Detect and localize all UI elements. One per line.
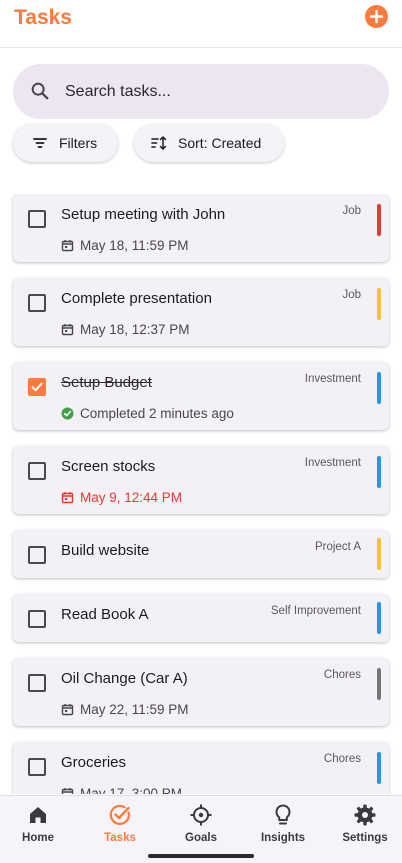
add-task-button[interactable] [365, 5, 388, 28]
task-category: Investment [304, 457, 361, 469]
nav-label-home: Home [22, 832, 54, 844]
bottom-nav: Home Tasks Goals Insights Settings [0, 795, 402, 863]
sort-icon [151, 136, 167, 150]
task-card[interactable]: Read Book A Self Improvement [13, 594, 389, 642]
sort-button[interactable]: Sort: Created [134, 124, 284, 162]
task-checkbox[interactable] [28, 546, 46, 564]
task-checkbox[interactable] [28, 294, 46, 312]
task-due-text: May 17, 3:00 PM [80, 786, 183, 794]
task-card[interactable]: Setup meeting with John Job May 18, 11:5… [13, 194, 389, 262]
calendar-icon [61, 492, 74, 504]
page-title: Tasks [14, 6, 72, 29]
calendar-icon [61, 788, 74, 794]
priority-bar [377, 752, 381, 784]
task-due-text: May 18, 12:37 PM [80, 322, 190, 337]
check-circle-icon [61, 407, 74, 420]
check-icon [31, 382, 43, 392]
sort-label: Sort: Created [178, 135, 262, 151]
calendar-icon [61, 324, 74, 336]
nav-item-tasks[interactable]: Tasks [80, 803, 160, 844]
search-bar[interactable] [13, 64, 389, 119]
task-category: Job [342, 205, 361, 217]
task-name: Read Book A [61, 606, 149, 623]
task-checkbox[interactable] [28, 462, 46, 480]
calendar-icon [61, 240, 74, 252]
task-list[interactable]: Setup meeting with John Job May 18, 11:5… [0, 194, 402, 794]
home-indicator [148, 854, 254, 858]
task-due: May 18, 12:37 PM [61, 322, 190, 337]
add-circle-icon [369, 9, 384, 24]
task-card[interactable]: Build website Project A [13, 530, 389, 578]
task-name: Oil Change (Car A) [61, 670, 188, 687]
nav-label-goals: Goals [185, 832, 217, 844]
lightbulb-icon [275, 804, 291, 825]
filter-list-icon [33, 138, 47, 148]
task-due-text: May 18, 11:59 PM [80, 238, 189, 253]
nav-label-insights: Insights [260, 832, 306, 844]
priority-bar [377, 538, 381, 570]
gear-icon [354, 804, 376, 826]
task-name: Screen stocks [61, 458, 156, 475]
task-card[interactable]: Oil Change (Car A) Chores May 22, 11:59 … [13, 658, 389, 726]
task-due-text: May 9, 12:44 PM [80, 490, 183, 505]
task-due: May 17, 3:00 PM [61, 786, 182, 794]
priority-bar [377, 602, 381, 634]
nav-item-goals[interactable]: Goals [161, 803, 241, 844]
priority-bar [377, 288, 381, 320]
priority-bar [377, 204, 381, 236]
home-icon [30, 807, 46, 823]
nav-label-settings: Settings [342, 832, 388, 844]
task-due: May 22, 11:59 PM [61, 702, 189, 717]
task-due: May 18, 11:59 PM [61, 238, 189, 253]
task-category: Self Improvement [270, 605, 361, 617]
task-checkbox[interactable] [28, 610, 46, 628]
task-name: Build website [61, 542, 150, 559]
task-category: Chores [323, 669, 361, 681]
task-card[interactable]: Groceries Chores May 17, 3:00 PM [13, 742, 389, 794]
task-category: Investment [304, 373, 361, 385]
priority-bar [377, 668, 381, 700]
calendar-icon [61, 704, 74, 716]
priority-bar [377, 372, 381, 404]
crosshair-goals-icon [190, 804, 212, 826]
task-name: Complete presentation [61, 290, 212, 307]
priority-bar [377, 456, 381, 488]
task-category: Chores [323, 753, 361, 765]
task-checkbox-checked[interactable] [28, 378, 46, 396]
task-card[interactable]: Screen stocks Investment May 9, 12:44 PM [13, 446, 389, 514]
task-checkbox[interactable] [28, 758, 46, 776]
task-card[interactable]: Setup Budget Investment Completed 2 minu… [13, 362, 389, 430]
task-name: Setup meeting with John [61, 206, 226, 223]
filters-button[interactable]: Filters [13, 124, 118, 162]
task-name: Setup Budget [61, 374, 152, 391]
search-icon [31, 82, 49, 100]
task-due-overdue: May 9, 12:44 PM [61, 490, 182, 505]
app-bar: Tasks [0, 0, 402, 48]
tasks-check-icon [109, 804, 130, 825]
task-completed-text: Completed 2 minutes ago [80, 406, 234, 421]
task-card[interactable]: Complete presentation Job May 18, 12:37 … [13, 278, 389, 346]
task-name: Groceries [61, 754, 127, 771]
task-completed: Completed 2 minutes ago [61, 406, 234, 421]
nav-label-tasks: Tasks [104, 832, 136, 844]
task-checkbox[interactable] [28, 210, 46, 228]
filters-label: Filters [59, 135, 98, 151]
task-due-text: May 22, 11:59 PM [80, 702, 189, 717]
search-input[interactable] [65, 64, 375, 119]
nav-item-settings[interactable]: Settings [325, 803, 402, 844]
nav-item-home[interactable]: Home [0, 803, 78, 844]
nav-item-insights[interactable]: Insights [243, 803, 323, 844]
task-category: Project A [314, 541, 361, 553]
task-checkbox[interactable] [28, 674, 46, 692]
task-category: Job [342, 289, 361, 301]
